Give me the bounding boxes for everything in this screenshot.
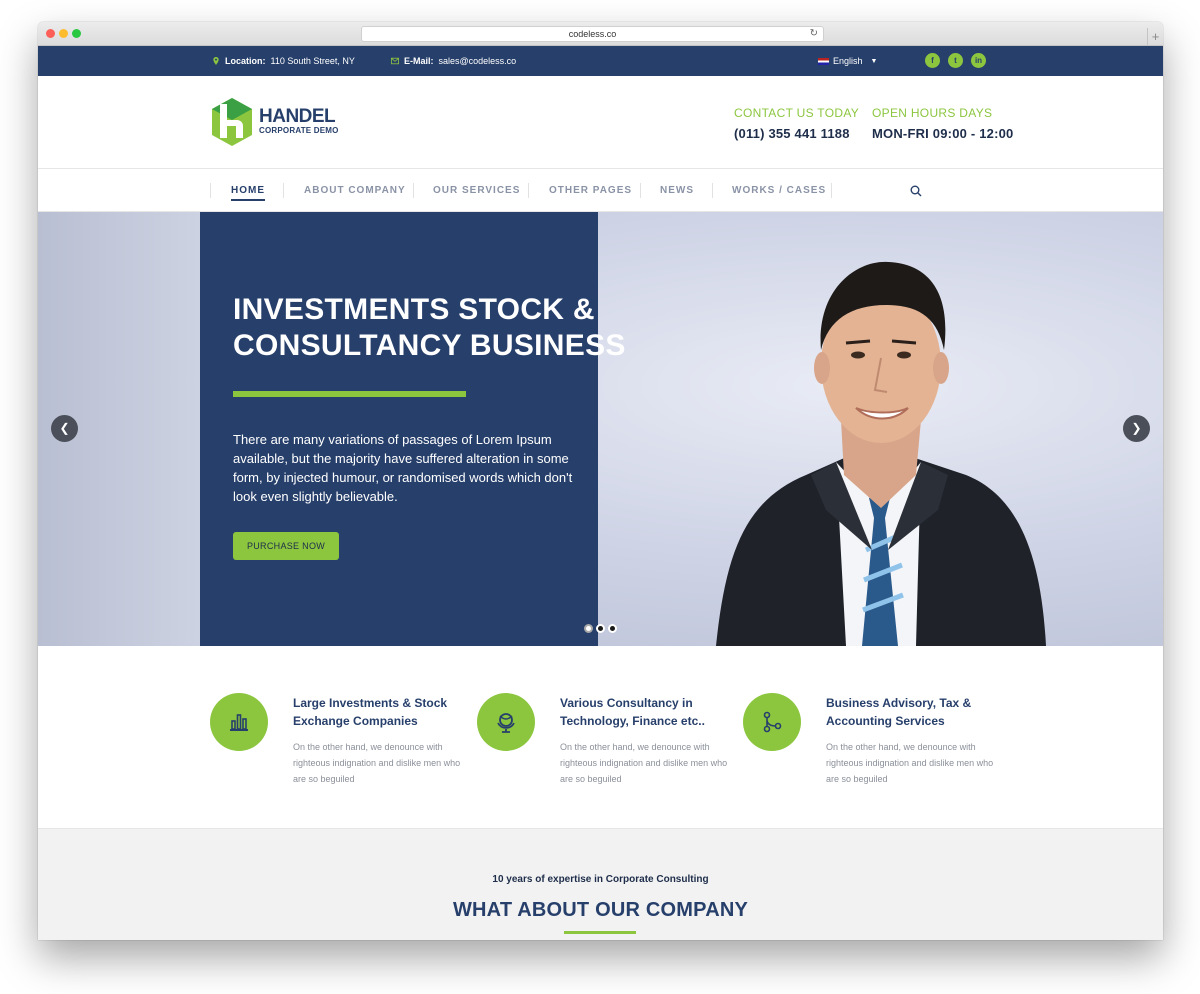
maximize-window-button[interactable] <box>72 29 81 38</box>
slide-dot-1[interactable] <box>584 624 593 633</box>
slider-next-button[interactable]: ❯ <box>1123 415 1150 442</box>
hero-title-line-2: CONSULTANCY BUSINESS <box>233 329 626 362</box>
businessman-photo <box>716 261 1046 646</box>
site-header: HANDEL CORPORATE DEMO CONTACT US TODAY (… <box>38 76 1163 169</box>
browser-window: codeless.co ↻ + Location: 110 South Stre… <box>38 22 1163 940</box>
minimize-window-button[interactable] <box>59 29 68 38</box>
contact-label: CONTACT US TODAY <box>734 106 860 120</box>
hero-content-panel <box>200 212 598 646</box>
nav-divider <box>528 183 529 198</box>
feature-title[interactable]: Business Advisory, Tax & Accounting Serv… <box>826 694 1006 730</box>
slide-dot-3[interactable] <box>608 624 617 633</box>
flow-icon <box>763 711 782 733</box>
feature-title[interactable]: Large Investments & Stock Exchange Compa… <box>293 694 473 730</box>
uk-flag-icon <box>818 57 829 65</box>
location-info: Location: 110 South Street, NY <box>212 46 355 76</box>
facebook-icon[interactable]: f <box>925 53 940 68</box>
about-accent-line <box>564 931 636 934</box>
chevron-right-icon: ❯ <box>1131 421 1142 435</box>
nav-item-about-company[interactable]: ABOUT COMPANY <box>304 169 406 212</box>
nav-item-home[interactable]: HOME <box>231 169 265 212</box>
mail-icon <box>391 57 399 65</box>
language-label: English <box>833 56 863 66</box>
contact-phone[interactable]: (011) 355 441 1188 <box>734 126 859 141</box>
slide-dot-2[interactable] <box>596 624 605 633</box>
hero-title-line-1: INVESTMENTS STOCK & <box>233 293 595 326</box>
address-url: codeless.co <box>568 29 617 39</box>
hero-accent-line <box>233 391 466 397</box>
close-window-button[interactable] <box>46 29 55 38</box>
contact-block: CONTACT US TODAY (011) 355 441 1188 <box>734 106 859 141</box>
hours-block: OPEN HOURS DAYS MON-FRI 09:00 - 12:00 <box>872 106 1013 141</box>
logo-subtitle: CORPORATE DEMO <box>259 126 339 135</box>
twitter-icon[interactable]: t <box>948 53 963 68</box>
nav-item-our-services[interactable]: OUR SERVICES <box>433 169 520 212</box>
address-bar[interactable]: codeless.co ↻ <box>361 26 824 42</box>
nav-item-other-pages[interactable]: OTHER PAGES <box>549 169 632 212</box>
nav-divider <box>712 183 713 198</box>
email-info: E-Mail: sales@codeless.co <box>391 46 516 76</box>
features-section: Large Investments & Stock Exchange Compa… <box>38 646 1163 829</box>
main-nav: HOME ABOUT COMPANY OUR SERVICES OTHER PA… <box>38 169 1163 212</box>
nav-item-works-cases[interactable]: WORKS / CASES <box>732 169 826 212</box>
email-value[interactable]: sales@codeless.co <box>439 56 517 66</box>
map-pin-icon <box>213 57 219 65</box>
nav-divider <box>831 183 832 198</box>
browser-toolbar: codeless.co ↻ + <box>38 22 1163 46</box>
nav-divider <box>413 183 414 198</box>
nav-item-news[interactable]: NEWS <box>660 169 694 212</box>
purchase-now-button[interactable]: PURCHASE NOW <box>233 532 339 560</box>
logo-name: HANDEL <box>259 106 336 127</box>
nav-divider <box>640 183 641 198</box>
caret-down-icon: ▼ <box>870 57 878 65</box>
hero-title: INVESTMENTS STOCK & CONSULTANCY BUSINESS <box>233 292 626 364</box>
feature-text: On the other hand, we denounce with righ… <box>560 742 728 784</box>
about-title: WHAT ABOUT OUR COMPANY <box>452 899 749 921</box>
globe-icon <box>497 713 515 733</box>
nav-divider <box>283 183 284 198</box>
feature-circle <box>210 693 268 751</box>
hero-slider: INVESTMENTS STOCK & CONSULTANCY BUSINESS… <box>38 212 1163 646</box>
chart-icon <box>230 714 248 731</box>
handel-logo-icon[interactable] <box>208 96 256 148</box>
feature-circle <box>477 693 535 751</box>
feature-circle <box>743 693 801 751</box>
logo-text[interactable]: HANDEL CORPORATE DEMO <box>259 107 339 135</box>
feature-text: On the other hand, we denounce with righ… <box>293 742 461 784</box>
slider-prev-button[interactable]: ❮ <box>51 415 78 442</box>
chevron-left-icon: ❮ <box>59 421 70 435</box>
feature-text: On the other hand, we denounce with righ… <box>826 742 994 784</box>
about-section: 10 years of expertise in Corporate Consu… <box>38 829 1163 940</box>
location-label: Location: <box>225 56 266 66</box>
about-subtitle: 10 years of expertise in Corporate Consu… <box>492 874 709 885</box>
search-icon[interactable] <box>910 185 922 197</box>
top-info-bar: Location: 110 South Street, NY E-Mail: s… <box>38 46 1163 76</box>
location-value: 110 South Street, NY <box>270 56 355 66</box>
hours-label: OPEN HOURS DAYS <box>872 106 993 120</box>
email-label: E-Mail: <box>404 56 434 66</box>
reload-icon[interactable]: ↻ <box>810 27 818 41</box>
new-tab-button[interactable]: + <box>1147 28 1163 46</box>
slider-dots <box>584 624 617 633</box>
language-selector[interactable]: English ▼ <box>818 46 877 76</box>
hours-value: MON-FRI 09:00 - 12:00 <box>872 126 1014 141</box>
linkedin-icon[interactable]: in <box>971 53 986 68</box>
hero-description: There are many variations of passages of… <box>233 432 573 504</box>
feature-title[interactable]: Various Consultancy in Technology, Finan… <box>560 694 740 730</box>
nav-divider <box>210 183 211 198</box>
